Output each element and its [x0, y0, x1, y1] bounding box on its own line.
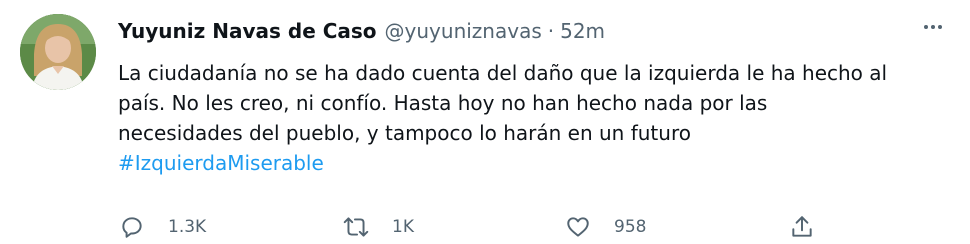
- like-count: 958: [614, 217, 647, 237]
- heart-icon: [564, 213, 592, 241]
- timestamp[interactable]: 52m: [560, 19, 605, 43]
- retweet-icon: [342, 213, 370, 241]
- tweet-actions: 1.3K 1K 958: [118, 210, 838, 244]
- tweet-text-line: La ciudadanía no se ha dado cuenta del d…: [118, 61, 888, 85]
- more-options-button[interactable]: [918, 14, 948, 44]
- retweet-count: 1K: [392, 217, 414, 237]
- reply-count: 1.3K: [168, 217, 207, 237]
- separator-dot: ·: [547, 19, 555, 43]
- reply-button[interactable]: 1.3K: [118, 210, 206, 244]
- more-horizontal-icon: [921, 15, 945, 43]
- hashtag-link[interactable]: #IzquierdaMiserable: [118, 148, 958, 178]
- like-button[interactable]: 958: [564, 210, 646, 244]
- avatar[interactable]: [20, 14, 96, 90]
- retweet-button[interactable]: 1K: [342, 210, 414, 244]
- share-button[interactable]: [788, 210, 816, 244]
- tweet[interactable]: Yuyuniz Navas de Caso @yuyuniznavas · 52…: [0, 0, 970, 244]
- user-handle[interactable]: @yuyuniznavas: [385, 19, 542, 43]
- display-name[interactable]: Yuyuniz Navas de Caso: [118, 19, 377, 43]
- tweet-text-line: necesidades del pueblo, y tampoco lo har…: [118, 121, 691, 145]
- tweet-text-line: país. No les creo, ni confío. Hasta hoy …: [118, 91, 768, 115]
- tweet-text: La ciudadanía no se ha dado cuenta del d…: [118, 58, 958, 178]
- share-icon: [788, 213, 816, 241]
- tweet-header: Yuyuniz Navas de Caso @yuyuniznavas · 52…: [118, 16, 910, 46]
- reply-icon: [118, 213, 146, 241]
